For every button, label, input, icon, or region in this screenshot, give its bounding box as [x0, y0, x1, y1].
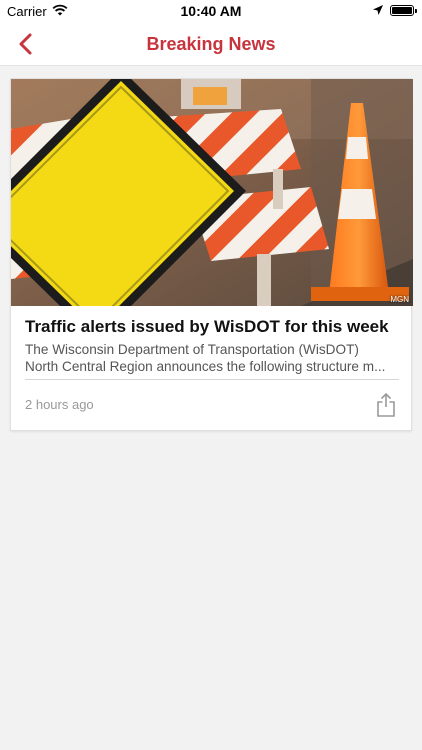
article-image[interactable]: MGN — [11, 79, 413, 306]
status-time: 10:40 AM — [180, 3, 242, 19]
battery-icon — [390, 5, 417, 16]
share-icon[interactable] — [375, 392, 397, 418]
article-headline[interactable]: Traffic alerts issued by WisDOT for this… — [25, 317, 405, 337]
location-arrow-icon — [373, 5, 383, 15]
image-credit: MGN — [390, 295, 409, 304]
status-bar: Carrier 10:40 AM — [0, 0, 422, 22]
summary-line-1: The Wisconsin Department of Transportati… — [25, 342, 359, 357]
construction-illustration — [11, 79, 413, 306]
summary-line-2: North Central Region announces the follo… — [25, 359, 386, 374]
article-timestamp: 2 hours ago — [25, 397, 94, 412]
page-title: Breaking News — [146, 34, 276, 54]
navigation-bar: Breaking News — [0, 22, 422, 66]
card-divider — [25, 379, 399, 380]
article-card[interactable]: MGN Traffic alerts issued by WisDOT for … — [10, 78, 413, 431]
article-summary: The Wisconsin Department of Transportati… — [25, 341, 399, 375]
